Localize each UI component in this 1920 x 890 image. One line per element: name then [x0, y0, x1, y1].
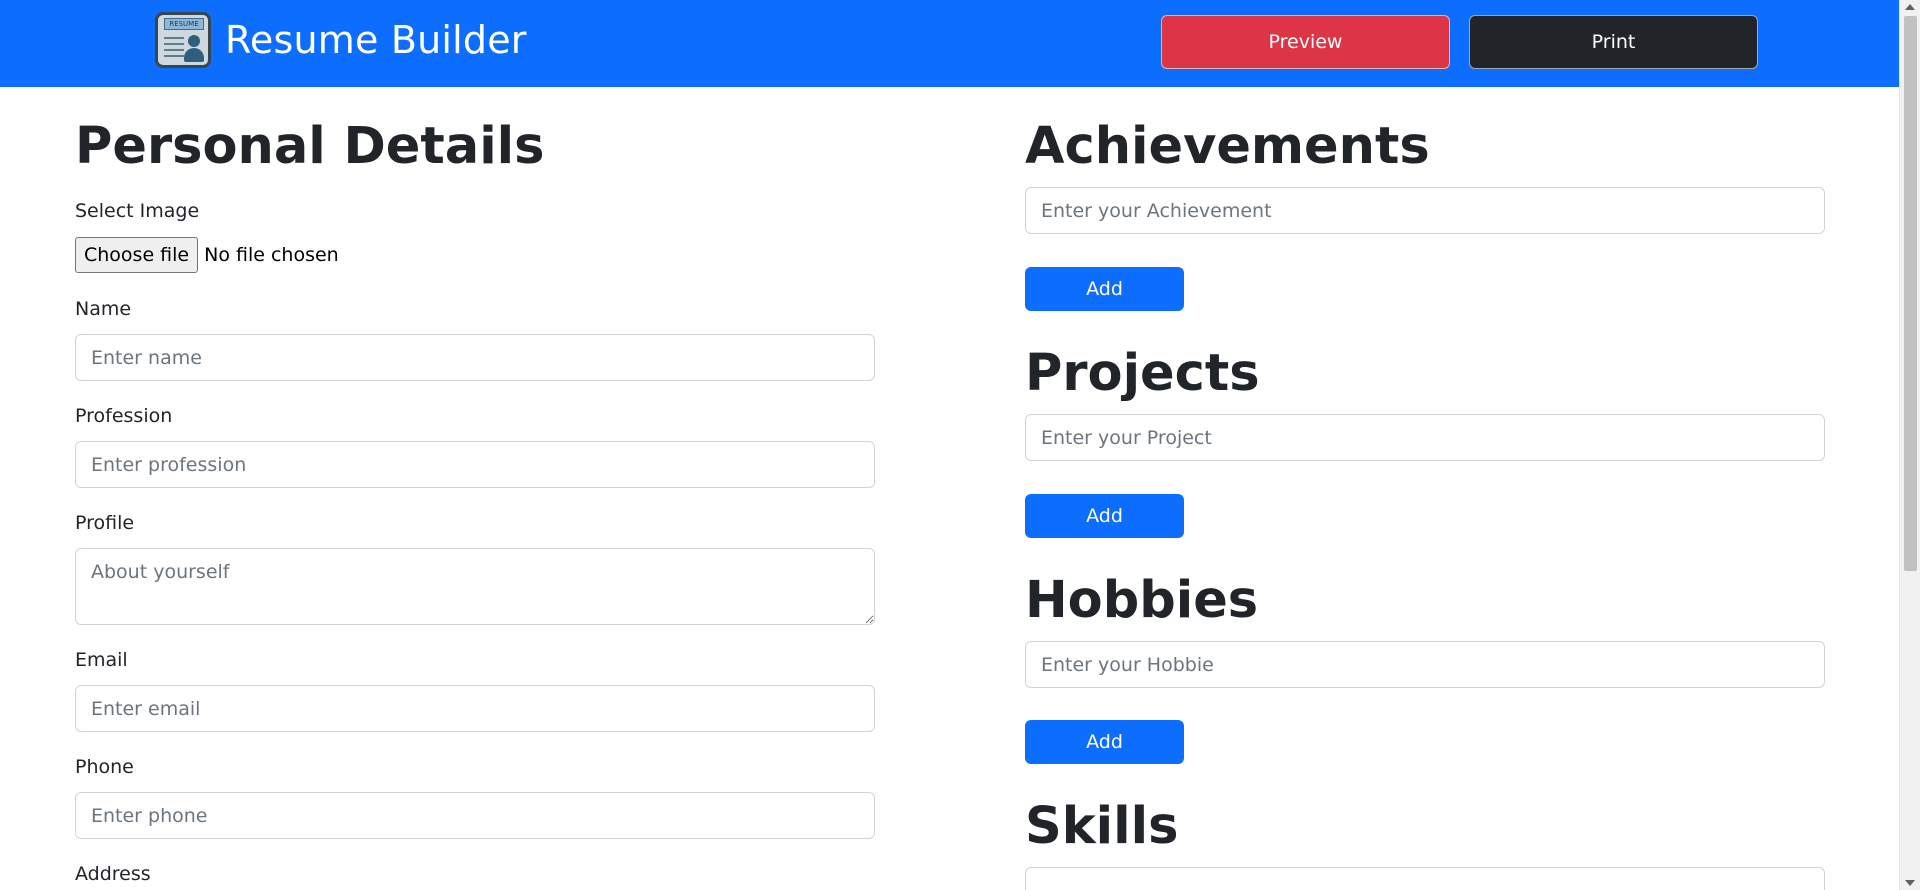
add-project-button[interactable]: Add — [1025, 494, 1184, 538]
logo-person-body — [184, 48, 204, 62]
name-label: Name — [75, 298, 132, 320]
print-button[interactable]: Print — [1469, 15, 1758, 69]
projects-heading: Projects — [1025, 344, 1260, 403]
personal-details-heading: Personal Details — [75, 117, 545, 176]
app-title: Resume Builder — [225, 18, 527, 62]
choose-file-button[interactable]: Choose file — [75, 237, 199, 273]
logo-person-head — [188, 35, 200, 47]
phone-input[interactable] — [75, 792, 875, 839]
project-input[interactable] — [1025, 414, 1825, 461]
address-label: Address — [75, 863, 151, 885]
email-input[interactable] — [75, 685, 875, 732]
skills-heading: Skills — [1025, 797, 1179, 856]
preview-button[interactable]: Preview — [1161, 15, 1450, 69]
profession-label: Profession — [75, 405, 173, 427]
name-input[interactable] — [75, 334, 875, 381]
achievements-heading: Achievements — [1025, 117, 1430, 176]
logo-line — [164, 43, 184, 45]
scrollbar-thumb[interactable] — [1904, 16, 1917, 571]
profile-textarea[interactable] — [75, 548, 875, 625]
email-label: Email — [75, 649, 128, 671]
select-image-label: Select Image — [75, 200, 200, 222]
file-status: No file chosen — [204, 244, 339, 266]
image-file-input[interactable]: Choose file No file chosen — [75, 237, 339, 273]
scroll-down-icon[interactable] — [1905, 880, 1915, 886]
add-achievement-button[interactable]: Add — [1025, 267, 1184, 311]
hobby-input[interactable] — [1025, 641, 1825, 688]
navbar: RESUME Resume Builder Preview Print — [0, 0, 1899, 87]
achievement-input[interactable] — [1025, 187, 1825, 234]
logo-tag: RESUME — [164, 18, 204, 30]
profile-label: Profile — [75, 512, 135, 534]
logo-line — [164, 37, 184, 39]
hobbies-heading: Hobbies — [1025, 571, 1259, 630]
logo-line — [164, 49, 184, 51]
page-scrollbar[interactable] — [1899, 0, 1920, 890]
add-hobby-button[interactable]: Add — [1025, 720, 1184, 764]
phone-label: Phone — [75, 756, 134, 778]
resume-logo-icon: RESUME — [155, 12, 211, 68]
profession-input[interactable] — [75, 441, 875, 488]
skill-input[interactable] — [1025, 867, 1825, 890]
scroll-up-icon[interactable] — [1905, 4, 1915, 10]
brand[interactable]: RESUME Resume Builder — [155, 12, 527, 68]
logo-line — [164, 55, 184, 57]
